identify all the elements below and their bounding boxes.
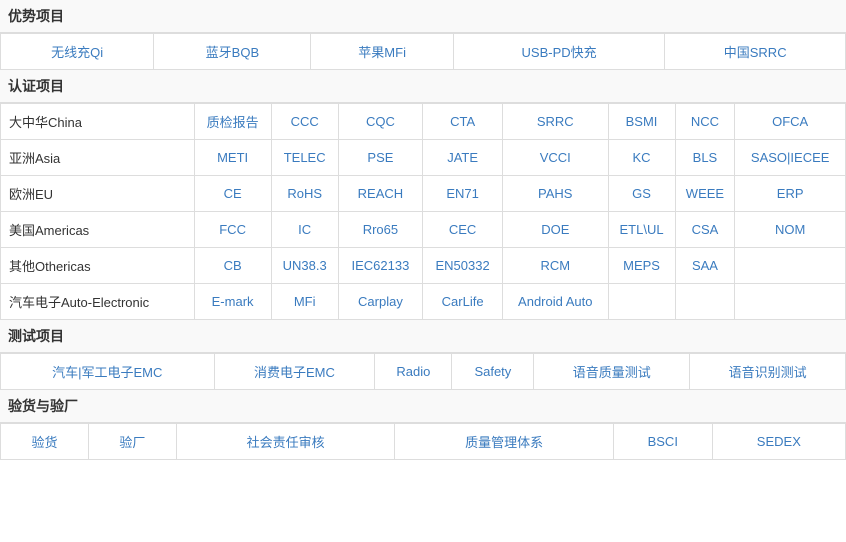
cert-row-asia: 亚洲Asia METI TELEC PSE JATE VCCI KC BLS S…	[1, 140, 846, 176]
cert-row-eu: 欧洲EU CE RoHS REACH EN71 PAHS GS WEEE ERP	[1, 176, 846, 212]
cert-label-americas: 美国Americas	[1, 212, 195, 248]
verify-item-1[interactable]: 验货	[1, 424, 89, 460]
cert-item-others-empty	[735, 248, 846, 284]
test-item-3[interactable]: Radio	[375, 354, 452, 390]
cert-item-cb[interactable]: CB	[194, 248, 271, 284]
advantage-item-5[interactable]: 中国SRRC	[665, 34, 846, 70]
verification-section: 验货与验厂 验货 验厂 社会责任审核 质量管理体系 BSCI SEDEX	[0, 390, 846, 460]
cert-item-pse[interactable]: PSE	[338, 140, 422, 176]
cert-item-saso[interactable]: SASO|IECEE	[735, 140, 846, 176]
cert-item-zhijian[interactable]: 质检报告	[194, 104, 271, 140]
advantage-item-3[interactable]: 苹果MFi	[311, 34, 453, 70]
cert-item-carplay[interactable]: Carplay	[338, 284, 422, 320]
advantage-item-2[interactable]: 蓝牙BQB	[154, 34, 311, 70]
cert-item-nom[interactable]: NOM	[735, 212, 846, 248]
advantage-item-4[interactable]: USB-PD快充	[453, 34, 664, 70]
cert-item-erp[interactable]: ERP	[735, 176, 846, 212]
cert-label-eu: 欧洲EU	[1, 176, 195, 212]
cert-item-meti[interactable]: METI	[194, 140, 271, 176]
cert-item-en50332[interactable]: EN50332	[423, 248, 503, 284]
verify-item-6[interactable]: SEDEX	[712, 424, 845, 460]
cert-label-china: 大中华China	[1, 104, 195, 140]
cert-item-auto-empty2	[675, 284, 735, 320]
cert-item-etlul[interactable]: ETL\UL	[608, 212, 675, 248]
cert-item-android-auto[interactable]: Android Auto	[503, 284, 608, 320]
cert-item-fcc[interactable]: FCC	[194, 212, 271, 248]
cert-item-en71[interactable]: EN71	[423, 176, 503, 212]
cert-item-srrc[interactable]: SRRC	[503, 104, 608, 140]
certification-section: 认证项目 大中华China 质检报告 CCC CQC CTA SRRC BSMI…	[0, 70, 846, 320]
testing-title: 测试项目	[0, 320, 846, 353]
verification-title: 验货与验厂	[0, 390, 846, 423]
verification-table: 验货 验厂 社会责任审核 质量管理体系 BSCI SEDEX	[0, 423, 846, 460]
test-item-1[interactable]: 汽车|军工电子EMC	[1, 354, 215, 390]
cert-item-iec62133[interactable]: IEC62133	[338, 248, 422, 284]
verify-item-5[interactable]: BSCI	[613, 424, 712, 460]
test-item-5[interactable]: 语音质量测试	[534, 354, 690, 390]
testing-row: 汽车|军工电子EMC 消费电子EMC Radio Safety 语音质量测试 语…	[1, 354, 846, 390]
cert-item-un383[interactable]: UN38.3	[271, 248, 338, 284]
cert-row-americas: 美国Americas FCC IC Rro65 CEC DOE ETL\UL C…	[1, 212, 846, 248]
cert-item-meps[interactable]: MEPS	[608, 248, 675, 284]
cert-item-ce[interactable]: CE	[194, 176, 271, 212]
cert-item-cec[interactable]: CEC	[423, 212, 503, 248]
cert-item-ncc[interactable]: NCC	[675, 104, 735, 140]
cert-item-ccc[interactable]: CCC	[271, 104, 338, 140]
cert-item-telec[interactable]: TELEC	[271, 140, 338, 176]
cert-item-gs[interactable]: GS	[608, 176, 675, 212]
cert-label-asia: 亚洲Asia	[1, 140, 195, 176]
cert-item-rcm[interactable]: RCM	[503, 248, 608, 284]
cert-item-vcci[interactable]: VCCI	[503, 140, 608, 176]
cert-item-jate[interactable]: JATE	[423, 140, 503, 176]
verify-item-3[interactable]: 社会责任审核	[176, 424, 395, 460]
cert-label-auto: 汽车电子Auto-Electronic	[1, 284, 195, 320]
cert-item-auto-empty3	[735, 284, 846, 320]
certification-table: 大中华China 质检报告 CCC CQC CTA SRRC BSMI NCC …	[0, 103, 846, 320]
verification-row: 验货 验厂 社会责任审核 质量管理体系 BSCI SEDEX	[1, 424, 846, 460]
cert-item-cta[interactable]: CTA	[423, 104, 503, 140]
cert-item-weee[interactable]: WEEE	[675, 176, 735, 212]
cert-row-auto: 汽车电子Auto-Electronic E-mark MFi Carplay C…	[1, 284, 846, 320]
cert-item-auto-empty1	[608, 284, 675, 320]
advantages-section: 优势项目 无线充Qi 蓝牙BQB 苹果MFi USB-PD快充 中国SRRC	[0, 0, 846, 70]
cert-item-bsmi[interactable]: BSMI	[608, 104, 675, 140]
testing-section: 测试项目 汽车|军工电子EMC 消费电子EMC Radio Safety 语音质…	[0, 320, 846, 390]
cert-item-emark[interactable]: E-mark	[194, 284, 271, 320]
cert-item-csa[interactable]: CSA	[675, 212, 735, 248]
cert-item-bls[interactable]: BLS	[675, 140, 735, 176]
cert-row-china: 大中华China 质检报告 CCC CQC CTA SRRC BSMI NCC …	[1, 104, 846, 140]
cert-row-others: 其他Othericas CB UN38.3 IEC62133 EN50332 R…	[1, 248, 846, 284]
cert-item-pahs[interactable]: PAHS	[503, 176, 608, 212]
certification-title: 认证项目	[0, 70, 846, 103]
advantages-title: 优势项目	[0, 0, 846, 33]
cert-item-kc[interactable]: KC	[608, 140, 675, 176]
cert-label-others: 其他Othericas	[1, 248, 195, 284]
cert-item-cqc[interactable]: CQC	[338, 104, 422, 140]
cert-item-mfi[interactable]: MFi	[271, 284, 338, 320]
cert-item-ic[interactable]: IC	[271, 212, 338, 248]
cert-item-ofca[interactable]: OFCA	[735, 104, 846, 140]
cert-item-rro65[interactable]: Rro65	[338, 212, 422, 248]
advantages-row: 无线充Qi 蓝牙BQB 苹果MFi USB-PD快充 中国SRRC	[1, 34, 846, 70]
testing-table: 汽车|军工电子EMC 消费电子EMC Radio Safety 语音质量测试 语…	[0, 353, 846, 390]
cert-item-reach[interactable]: REACH	[338, 176, 422, 212]
cert-item-carlife[interactable]: CarLife	[423, 284, 503, 320]
verify-item-4[interactable]: 质量管理体系	[395, 424, 614, 460]
test-item-4[interactable]: Safety	[452, 354, 534, 390]
advantage-item-1[interactable]: 无线充Qi	[1, 34, 154, 70]
cert-item-saa[interactable]: SAA	[675, 248, 735, 284]
test-item-2[interactable]: 消费电子EMC	[214, 354, 375, 390]
test-item-6[interactable]: 语音识别测试	[690, 354, 846, 390]
cert-item-doe[interactable]: DOE	[503, 212, 608, 248]
cert-item-rohs[interactable]: RoHS	[271, 176, 338, 212]
advantages-table: 无线充Qi 蓝牙BQB 苹果MFi USB-PD快充 中国SRRC	[0, 33, 846, 70]
verify-item-2[interactable]: 验厂	[88, 424, 176, 460]
